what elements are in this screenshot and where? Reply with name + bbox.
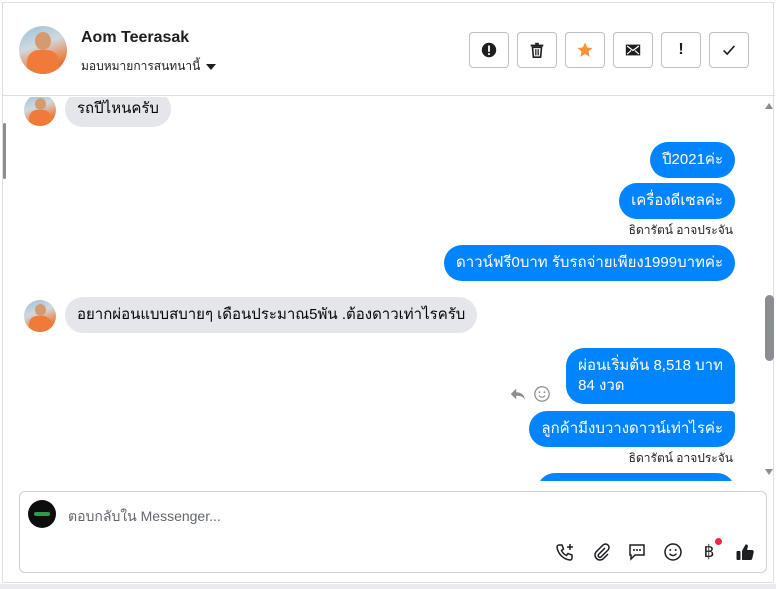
message-line: 84 งวด xyxy=(578,377,625,394)
like-button[interactable] xyxy=(734,541,756,563)
bottom-strip xyxy=(0,584,776,589)
composer-toolbar: ฿ xyxy=(554,538,756,563)
star-icon xyxy=(577,42,593,57)
add-call-icon xyxy=(556,544,573,561)
outgoing-message[interactable]: ลูกค้ามีงบวางดาวน์เท่าไรค่ะ xyxy=(529,411,735,447)
add-call-button[interactable] xyxy=(554,541,576,563)
reply-composer: ฿ xyxy=(19,491,767,573)
page-avatar xyxy=(28,500,56,528)
incoming-message[interactable]: รถปีไหนครับ xyxy=(65,97,171,127)
delete-button[interactable] xyxy=(517,32,557,68)
message-sender-name: ธิดารัตน์ อาจประจัน xyxy=(628,223,733,237)
reply-icon[interactable] xyxy=(509,385,527,403)
message-reactions-bar xyxy=(509,385,551,403)
conversation-header: Aom Teerasak มอบหมายการสนทนานี้ ! xyxy=(3,3,775,96)
saved-reply-button[interactable] xyxy=(626,541,648,563)
exclamation-icon: ! xyxy=(678,41,684,58)
outgoing-message[interactable]: ผ่อนเริ่มต้น 8,518 บาท 84 งวด xyxy=(566,348,735,404)
assign-conversation-dropdown[interactable]: มอบหมายการสนทนานี้ xyxy=(81,57,217,76)
thread-scrollbar[interactable] xyxy=(763,97,775,481)
payment-button[interactable]: ฿ xyxy=(698,538,722,563)
scroll-down-arrow-icon[interactable] xyxy=(765,469,773,475)
alert-circle-icon xyxy=(481,42,497,58)
thumbs-up-icon xyxy=(736,544,754,560)
follow-up-button[interactable]: ! xyxy=(661,32,701,68)
reply-input[interactable] xyxy=(68,504,708,528)
contact-avatar[interactable] xyxy=(19,26,67,74)
scroll-up-arrow-icon[interactable] xyxy=(765,103,773,109)
message-thread[interactable]: รถปีไหนครับ ปี2021ค่ะ เครื่องดีเซลค่ะ ธิ… xyxy=(3,97,775,481)
caret-down-icon xyxy=(206,63,217,70)
paperclip-icon xyxy=(594,543,610,561)
scrollbar-thumb[interactable] xyxy=(765,295,774,361)
conversation-actions: ! xyxy=(469,32,749,68)
outgoing-message[interactable]: ดาวน์ฟรี0บาท รับรถจ่ายเพียง1999บาทค่ะ xyxy=(444,245,735,281)
saved-reply-icon xyxy=(629,544,645,561)
notification-dot xyxy=(715,538,722,545)
message-sender-name: ธิดารัตน์ อาจประจัน xyxy=(628,451,733,465)
assign-label: มอบหมายการสนทนานี้ xyxy=(81,59,201,73)
spam-button[interactable] xyxy=(469,32,509,68)
contact-name[interactable]: Aom Teerasak xyxy=(81,29,189,47)
emoji-button[interactable] xyxy=(662,541,684,563)
inbox-conversation-panel: Aom Teerasak มอบหมายการสนทนานี้ ! รถปีไห… xyxy=(2,2,775,583)
incoming-message[interactable]: อยากผ่อนแบบสบายๆ เดือนประมาณ5พัน .ต้องดา… xyxy=(65,297,478,333)
outgoing-message[interactable]: เครื่องดีเซลค่ะ xyxy=(619,183,735,219)
mark-unread-button[interactable] xyxy=(613,32,653,68)
done-button[interactable] xyxy=(709,32,749,68)
outgoing-message-partial[interactable] xyxy=(537,473,735,481)
contact-avatar-small xyxy=(24,97,56,126)
panel-resize-handle[interactable] xyxy=(3,123,6,179)
emoji-reaction-icon[interactable] xyxy=(533,385,551,403)
emoji-icon xyxy=(664,543,682,561)
contact-avatar-small xyxy=(24,300,56,332)
trash-icon xyxy=(530,42,544,59)
attach-file-button[interactable] xyxy=(590,541,612,563)
baht-payment-icon: ฿ xyxy=(703,542,715,561)
outgoing-message[interactable]: ปี2021ค่ะ xyxy=(650,142,735,178)
star-button[interactable] xyxy=(565,32,605,68)
envelope-icon xyxy=(625,44,641,56)
message-line: ผ่อนเริ่มต้น 8,518 บาท xyxy=(578,357,723,374)
check-icon xyxy=(723,45,736,56)
